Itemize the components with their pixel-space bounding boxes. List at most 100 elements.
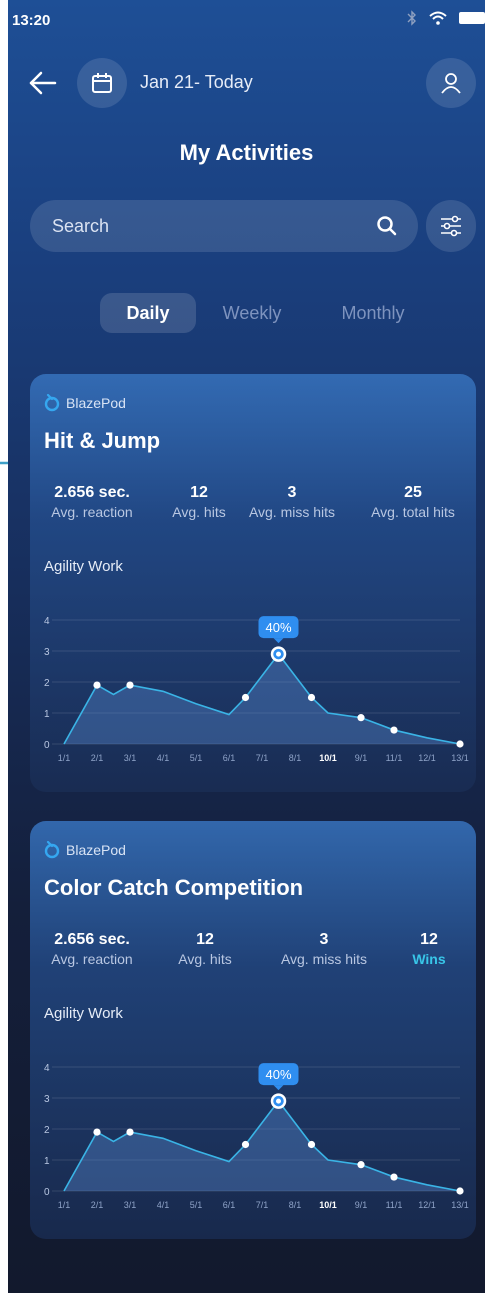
data-point [126, 1128, 134, 1136]
calendar-button[interactable] [77, 58, 127, 108]
card-title: Hit & Jump [44, 428, 161, 453]
tooltip-label: 40% [265, 1067, 291, 1082]
stat-avg-miss-hits: 3 Avg. miss hits [248, 484, 336, 520]
tooltip-pointer [273, 1085, 284, 1091]
data-point [357, 714, 365, 722]
x-tick-label: 5/1 [190, 753, 203, 763]
highlight-point-center [276, 651, 281, 657]
y-tick-label: 3 [44, 647, 50, 658]
card-title: Color Catch Competition [44, 875, 304, 900]
x-tick-label: 11/1 [386, 1200, 403, 1210]
stat-avg-miss-hits: 3 Avg. miss hits [280, 931, 368, 967]
tooltip-pointer [273, 638, 284, 644]
stat-wins: 12 Wins [412, 931, 446, 967]
status-bar: 13:20 [8, 0, 485, 36]
blazepod-logo-icon [44, 841, 60, 859]
data-point [456, 1187, 464, 1195]
y-tick-label: 4 [44, 1063, 50, 1074]
brand-name: BlazePod [66, 395, 126, 411]
blazepod-logo-icon [44, 394, 60, 412]
chart-title: Agility Work [44, 558, 123, 575]
agility-chart: 0 1 2 3 4 40% 1/1 2/1 3/1 4/1 5/1 6/1 7/1 8/1 10/1 9/1 1… [44, 616, 469, 763]
data-point [126, 681, 134, 689]
x-tick-label: 6/1 [223, 753, 236, 763]
brand-name: BlazePod [66, 842, 126, 858]
back-arrow-icon[interactable] [28, 70, 58, 96]
x-tick-label: 8/1 [289, 753, 302, 763]
profile-button[interactable] [426, 58, 476, 108]
data-point [390, 1173, 398, 1181]
chart-title: Agility Work [44, 1005, 123, 1022]
data-point [241, 1140, 250, 1149]
data-point [307, 1140, 316, 1149]
calendar-icon [92, 73, 112, 93]
activity-card[interactable]: BlazePod Color Catch Competition 2.656 s… [30, 821, 476, 1239]
x-tick-label: 12/1 [418, 1200, 436, 1210]
user-icon [441, 73, 461, 94]
y-tick-label: 2 [44, 678, 50, 689]
x-tick-label: 4/1 [157, 1200, 170, 1210]
date-range[interactable]: Jan 21- Today [140, 72, 253, 93]
data-point [456, 740, 464, 748]
chart-area [64, 654, 460, 744]
page-title: My Activities [179, 140, 314, 165]
app-screen: 13:20 Jan 21- Today My Activities Search… [8, 0, 485, 1293]
stat-avg-hits: 12 Avg. hits [172, 484, 226, 520]
data-point [357, 1161, 365, 1169]
x-tick-label: 3/1 [124, 753, 137, 763]
stat-avg-reaction: 2.656 sec. Avg. reaction [51, 484, 133, 520]
search-placeholder: Search [52, 216, 110, 236]
battery-icon [459, 12, 485, 24]
x-tick-label: 13/1 [451, 753, 469, 763]
bluetooth-icon [407, 10, 416, 26]
search-icon[interactable] [376, 215, 398, 237]
x-tick-label: 13/1 [451, 1200, 469, 1210]
y-tick-label: 2 [44, 1125, 50, 1136]
period-tabs: Daily Weekly Monthly [8, 293, 485, 335]
tab-daily[interactable]: Daily [100, 293, 196, 333]
x-tick-label: 7/1 [256, 753, 269, 763]
x-tick-label: 2/1 [91, 753, 104, 763]
y-tick-label: 0 [44, 740, 50, 751]
sliders-icon [441, 215, 461, 237]
x-tick-label: 9/1 [355, 753, 368, 763]
highlight-point-center [276, 1098, 281, 1104]
chart-area [64, 1101, 460, 1191]
tab-weekly[interactable]: Weekly [206, 293, 298, 333]
stat-avg-hits: 12 Avg. hits [178, 931, 232, 967]
stat-avg-reaction: 2.656 sec. Avg. reaction [51, 931, 133, 967]
data-point [241, 693, 250, 702]
x-tick-label: 10/1 [319, 753, 337, 763]
x-tick-label: 8/1 [289, 1200, 302, 1210]
x-tick-label: 1/1 [58, 753, 71, 763]
x-tick-label: 10/1 [319, 1200, 337, 1210]
x-tick-label: 12/1 [418, 753, 436, 763]
search-input[interactable]: Search [30, 200, 418, 252]
filter-button[interactable] [426, 200, 476, 252]
y-tick-label: 3 [44, 1094, 50, 1105]
wifi-icon [429, 11, 447, 25]
x-tick-label: 7/1 [256, 1200, 269, 1210]
data-point [390, 726, 398, 734]
top-bar: Jan 21- Today [8, 58, 485, 108]
y-tick-label: 1 [44, 1156, 50, 1167]
tooltip-label: 40% [265, 620, 291, 635]
x-tick-label: 2/1 [91, 1200, 104, 1210]
y-tick-label: 1 [44, 709, 50, 720]
x-tick-label: 11/1 [386, 753, 403, 763]
data-point [93, 681, 101, 689]
x-tick-label: 3/1 [124, 1200, 137, 1210]
x-tick-label: 1/1 [58, 1200, 71, 1210]
data-point [93, 1128, 101, 1136]
x-tick-label: 5/1 [190, 1200, 203, 1210]
agility-chart: 0 1 2 3 4 40% 1/1 2/1 3/1 4/1 5/1 6/1 7/1 8/1 10/1 9/1 1… [44, 1063, 469, 1210]
status-time: 13:20 [12, 12, 51, 29]
y-tick-label: 4 [44, 616, 50, 627]
x-tick-label: 9/1 [355, 1200, 368, 1210]
data-point [307, 693, 316, 702]
activity-card[interactable]: BlazePod Hit & Jump 2.656 sec. Avg. reac… [30, 374, 476, 792]
tab-monthly[interactable]: Monthly [318, 293, 428, 333]
stat-avg-total-hits: 25 Avg. total hits [371, 484, 455, 520]
x-tick-label: 4/1 [157, 753, 170, 763]
x-tick-label: 6/1 [223, 1200, 236, 1210]
